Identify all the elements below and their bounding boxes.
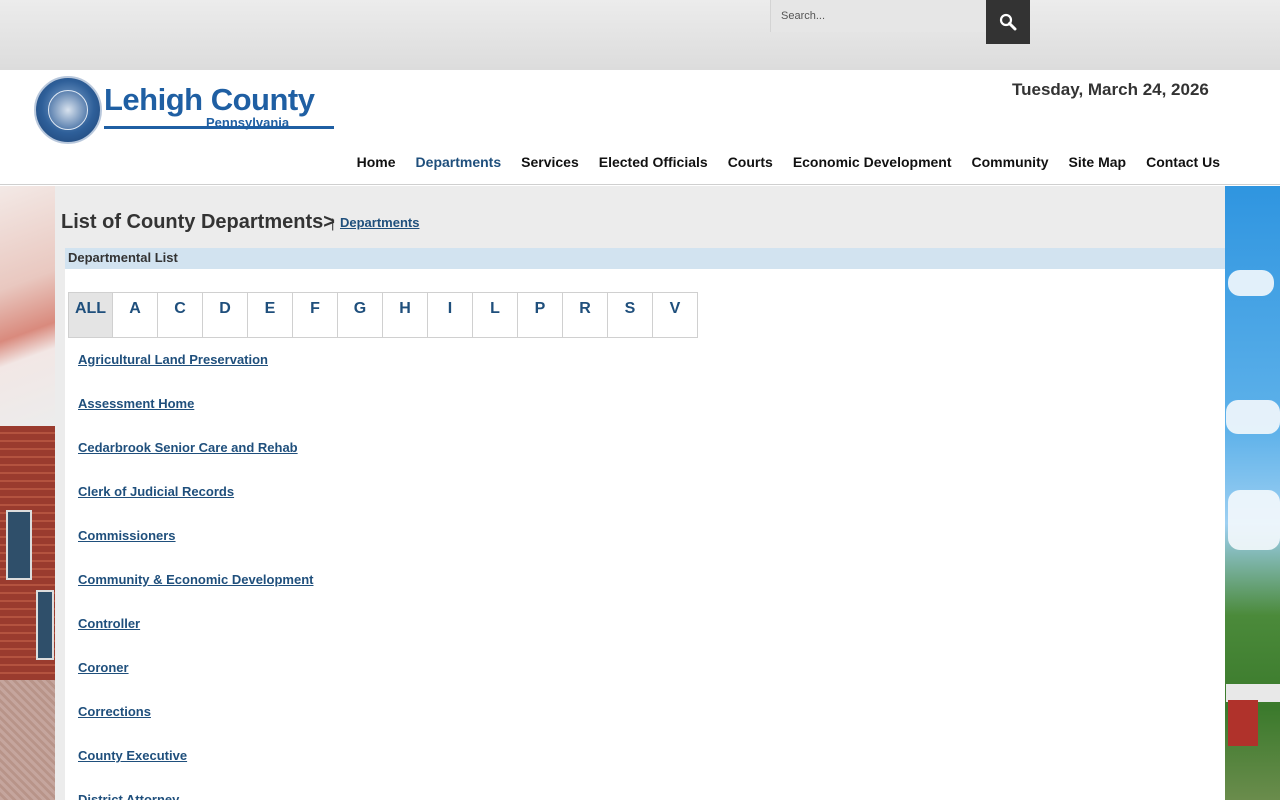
search-button[interactable]: [986, 0, 1030, 44]
top-bar: [0, 0, 1280, 70]
nav-services[interactable]: Services: [511, 154, 589, 174]
search-input[interactable]: [771, 0, 986, 32]
department-link[interactable]: Cedarbrook Senior Care and Rehab: [78, 440, 313, 484]
department-link[interactable]: Agricultural Land Preservation: [78, 352, 313, 396]
logo-subtitle: Pennsylvania: [206, 115, 290, 130]
nav-site-map[interactable]: Site Map: [1059, 154, 1137, 174]
barn-image: [1228, 700, 1258, 746]
nav-economic-development[interactable]: Economic Development: [783, 154, 962, 174]
letter-filter-e[interactable]: E: [248, 293, 293, 337]
letter-filter-v[interactable]: V: [653, 293, 698, 337]
letter-filter-d[interactable]: D: [203, 293, 248, 337]
department-link[interactable]: Community & Economic Development: [78, 572, 313, 616]
department-link[interactable]: Controller: [78, 616, 313, 660]
letter-filter-s[interactable]: S: [608, 293, 653, 337]
nav-courts[interactable]: Courts: [718, 154, 783, 174]
nav-home[interactable]: Home: [347, 154, 406, 174]
department-list: Agricultural Land Preservation Assessmen…: [78, 352, 313, 800]
department-link[interactable]: Clerk of Judicial Records: [78, 484, 313, 528]
department-link[interactable]: Coroner: [78, 660, 313, 704]
letter-filter-i[interactable]: I: [428, 293, 473, 337]
letter-filter-g[interactable]: G: [338, 293, 383, 337]
search-box: [770, 0, 986, 32]
department-link[interactable]: Corrections: [78, 704, 313, 748]
department-link[interactable]: District Attorney: [78, 792, 313, 800]
letter-filter-c[interactable]: C: [158, 293, 203, 337]
letter-filter-f[interactable]: F: [293, 293, 338, 337]
breadcrumb-separator: |: [331, 216, 335, 231]
alphabet-filter: ALL A C D E F G H I L P R S V: [68, 292, 698, 338]
county-seal-icon: [34, 76, 102, 144]
department-link[interactable]: County Executive: [78, 748, 313, 792]
left-background-sky: [0, 186, 55, 426]
current-date: Tuesday, March 24, 2026: [1012, 80, 1209, 99]
department-link[interactable]: Assessment Home: [78, 396, 313, 440]
main-content: List of County Departments> | Department…: [55, 186, 1225, 800]
page-title: List of County Departments>: [61, 211, 335, 233]
list-header-label: Departmental List: [68, 250, 178, 265]
letter-filter-a[interactable]: A: [113, 293, 158, 337]
letter-filter-h[interactable]: H: [383, 293, 428, 337]
nav-departments[interactable]: Departments: [406, 154, 512, 174]
nav-contact-us[interactable]: Contact Us: [1136, 154, 1230, 174]
letter-filter-l[interactable]: L: [473, 293, 518, 337]
letter-filter-r[interactable]: R: [563, 293, 608, 337]
nav-community[interactable]: Community: [962, 154, 1059, 174]
department-link[interactable]: Commissioners: [78, 528, 313, 572]
list-header: Departmental List: [65, 248, 1225, 269]
search-icon: [999, 13, 1017, 31]
site-header: Lehigh County Pennsylvania Tuesday, Marc…: [0, 70, 1280, 185]
site-logo[interactable]: Lehigh County Pennsylvania: [34, 76, 334, 146]
letter-filter-p[interactable]: P: [518, 293, 563, 337]
main-nav: Home Departments Services Elected Offici…: [350, 154, 1230, 174]
nav-elected-officials[interactable]: Elected Officials: [589, 154, 718, 174]
logo-title: Lehigh County: [104, 82, 315, 117]
letter-filter-all[interactable]: ALL: [68, 293, 113, 337]
breadcrumb-departments-link[interactable]: Departments: [340, 215, 419, 230]
